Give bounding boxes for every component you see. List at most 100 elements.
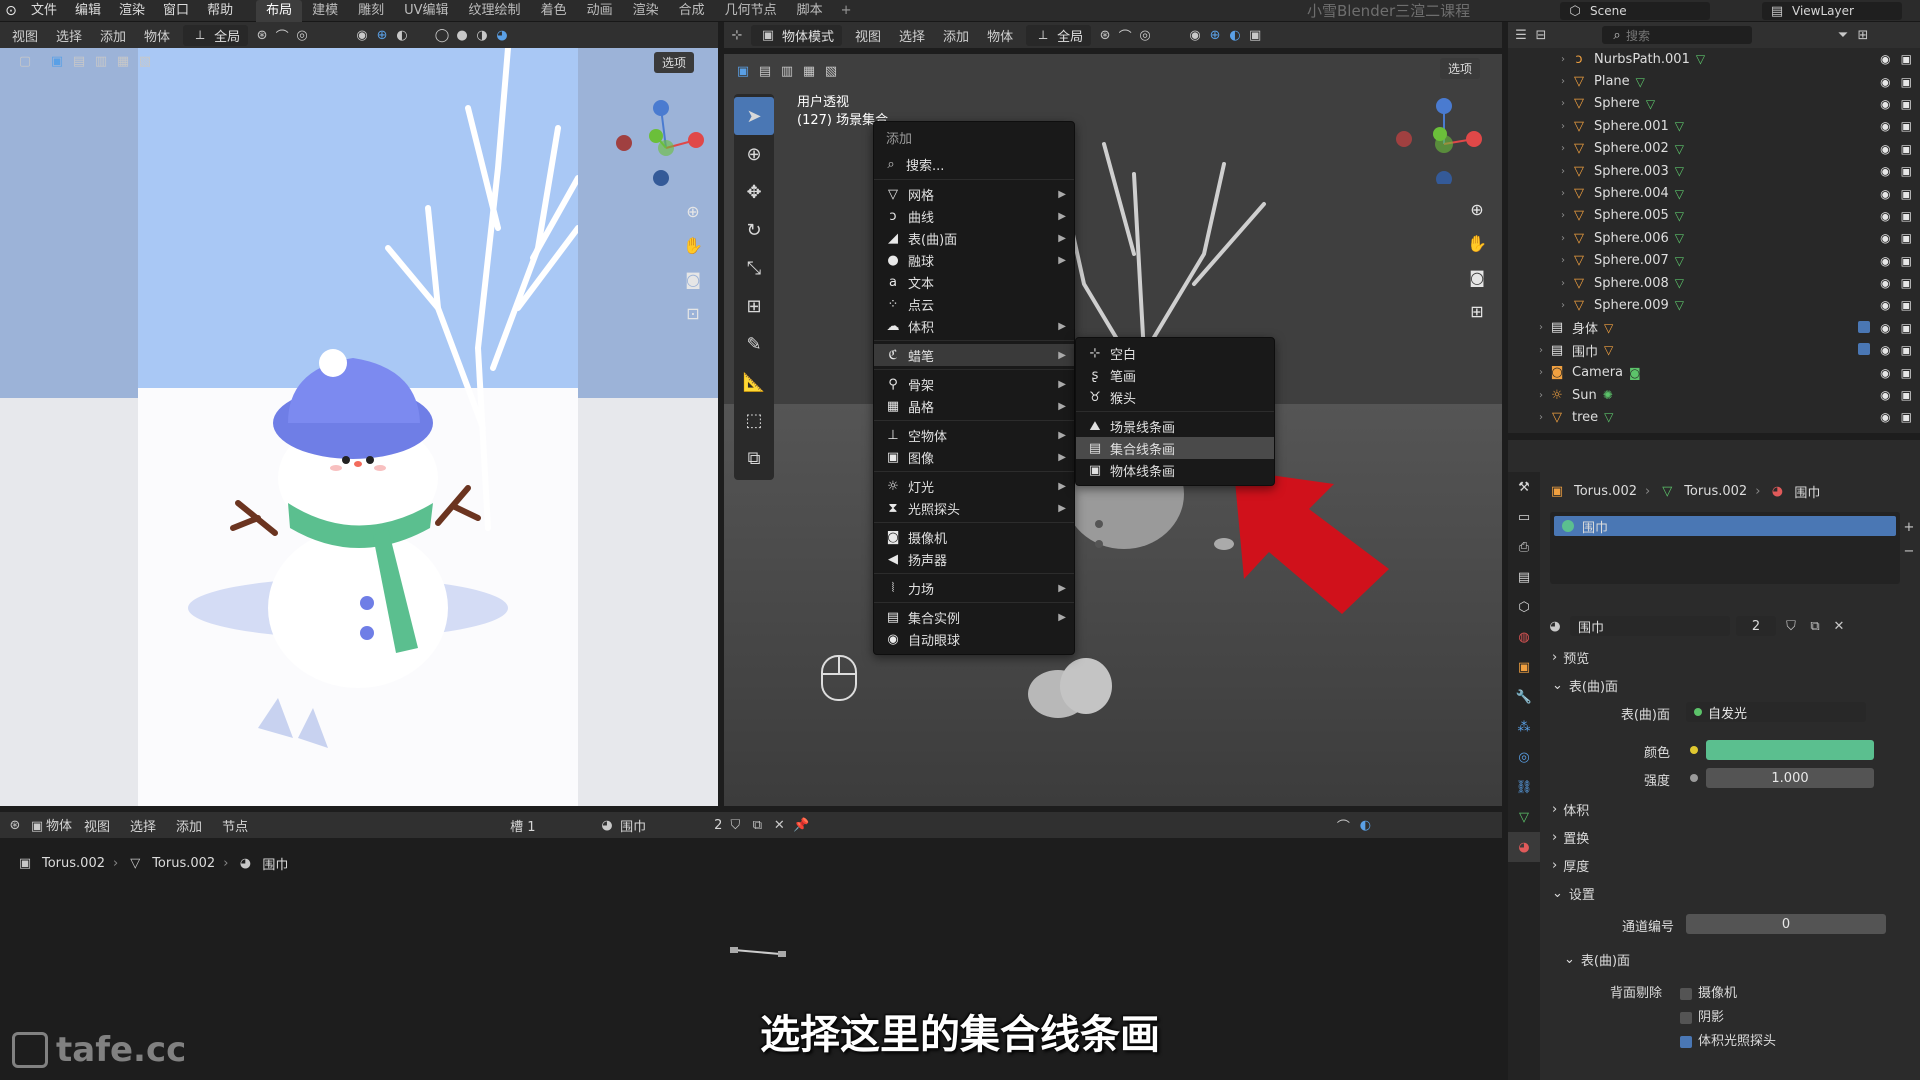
eye-icon[interactable]: ◉ — [1880, 276, 1890, 290]
workspace-tab-2[interactable]: 雕刻 — [348, 0, 394, 22]
gp-submenu-item-4[interactable]: ▤ 集合线条画 — [1076, 437, 1274, 459]
right-grid-view-icon[interactable]: ⊞ — [1462, 296, 1492, 326]
expand-arrow-icon[interactable]: › — [1556, 300, 1570, 311]
add-menu-item-17[interactable]: ▤ 集合实例 ▶ — [874, 606, 1074, 628]
panel-settings[interactable]: ⌄ 设置 — [1540, 880, 1920, 906]
snap-icon[interactable]: ⌒ — [273, 26, 291, 45]
right-camera-view-icon[interactable]: ◙ — [1462, 262, 1492, 292]
overlay-icon[interactable]: ◐ — [1226, 26, 1244, 44]
eye-icon[interactable]: ◉ — [1880, 164, 1890, 178]
expand-arrow-icon[interactable]: › — [1556, 54, 1570, 65]
add-menu-item-4[interactable]: a 文本 — [874, 271, 1074, 293]
gp-submenu-item-2[interactable]: ♉ 猴头 — [1076, 386, 1274, 408]
shader-select-menu[interactable]: 选择 — [122, 816, 164, 835]
outliner-row[interactable]: › ▽ Sphere.003 ▽ ◉ ▣ — [1508, 160, 1920, 182]
constraints-tab-icon[interactable]: ⛓ — [1508, 772, 1540, 802]
gp-submenu-item-3[interactable]: ⛰ 场景线条画 — [1076, 415, 1274, 437]
outliner-row[interactable]: › ▽ Sphere.004 ▽ ◉ ▣ — [1508, 182, 1920, 204]
expand-arrow-icon[interactable]: › — [1556, 233, 1570, 244]
tool-tab-icon[interactable]: ⚒ — [1508, 472, 1540, 502]
camera-viewport[interactable]: ▢ ▣ ▤ ▥ ▦ ▧ 选项 ⊕ ✋ ◙ ⊡ — [0, 48, 718, 806]
add-menu-item-12[interactable]: ☼ 灯光 ▶ — [874, 475, 1074, 497]
select-tool-icon[interactable]: ➤ — [734, 97, 774, 135]
workspace-tab-10[interactable]: 脚本 — [787, 0, 833, 22]
measure-tool-icon[interactable]: 📐 — [734, 363, 774, 401]
checkbox-camera[interactable] — [1680, 987, 1692, 1000]
shader-node-menu[interactable]: 节点 — [214, 816, 256, 835]
left-view-menu[interactable]: 视图 — [4, 26, 46, 45]
material-name-field[interactable]: 围巾 — [1570, 616, 1730, 636]
select-mode-new-icon[interactable]: ▣ — [48, 52, 66, 70]
add-menu-item-5[interactable]: ⁘ 点云 — [874, 293, 1074, 315]
pass-index-field[interactable]: 0 — [1686, 914, 1886, 934]
right-add-menu[interactable]: 添加 — [935, 26, 977, 45]
panel-thickness[interactable]: › 厚度 — [1540, 852, 1920, 878]
expand-arrow-icon[interactable]: › — [1534, 322, 1548, 333]
add-menu-item-10[interactable]: ⊥ 空物体 ▶ — [874, 424, 1074, 446]
panel-displacement[interactable]: › 置换 — [1540, 824, 1920, 850]
particles-tab-icon[interactable]: ⁂ — [1508, 712, 1540, 742]
add-cube-tool-icon[interactable]: ⬚ — [734, 401, 774, 439]
scale-tool-icon[interactable]: ⤡ — [734, 249, 774, 287]
overlay-node-icon[interactable]: ◐ — [1356, 816, 1374, 834]
slot-selector[interactable]: 槽 1 — [510, 816, 594, 835]
expand-arrow-icon[interactable]: › — [1534, 390, 1548, 401]
gizmo-icon[interactable]: ⊕ — [373, 26, 391, 44]
new-collection-icon[interactable]: ⊞ — [1854, 26, 1872, 44]
eye-icon[interactable]: ◉ — [1880, 142, 1890, 156]
top-menu-0[interactable]: 文件 — [22, 0, 66, 22]
workspace-tab-8[interactable]: 合成 — [669, 0, 715, 22]
material-shading-icon[interactable]: ◑ — [473, 26, 491, 44]
left-add-menu[interactable]: 添加 — [92, 26, 134, 45]
add-menu-item-2[interactable]: ◢ 表(曲)面 ▶ — [874, 227, 1074, 249]
render-camera-icon[interactable]: ▣ — [1901, 52, 1912, 66]
add-menu-item-6[interactable]: ☁ 体积 ▶ — [874, 315, 1074, 337]
visibility-icon[interactable]: ◉ — [353, 26, 371, 44]
eye-icon[interactable]: ◉ — [1880, 321, 1890, 335]
unlink-material-icon[interactable]: ✕ — [770, 816, 788, 834]
left-pan-icon[interactable]: ✋ — [678, 230, 708, 260]
outliner-row[interactable]: › ▽ Sphere.008 ▽ ◉ ▣ — [1508, 272, 1920, 294]
left-lock-icon[interactable]: ⊡ — [678, 298, 708, 328]
render-camera-icon[interactable]: ▣ — [1901, 164, 1912, 178]
select-mode-subtract-icon[interactable]: ▥ — [778, 62, 796, 80]
left-options-button[interactable]: 选项 — [654, 52, 695, 73]
outliner-row[interactable]: › ▽ Sphere.006 ▽ ◉ ▣ — [1508, 227, 1920, 249]
blender-logo-icon[interactable]: ⊙ — [0, 0, 22, 22]
render-camera-icon[interactable]: ▣ — [1901, 343, 1912, 357]
outliner-row[interactable]: › ▽ Sphere.001 ▽ ◉ ▣ — [1508, 115, 1920, 137]
fake-user-icon[interactable]: ⛉ — [726, 816, 744, 834]
render-camera-icon[interactable]: ▣ — [1901, 97, 1912, 111]
snap-node-icon[interactable]: ⌒ — [1334, 816, 1352, 835]
outliner-row[interactable]: › ▽ Sphere.007 ▽ ◉ ▣ — [1508, 250, 1920, 272]
right-view-menu[interactable]: 视图 — [847, 26, 889, 45]
expand-arrow-icon[interactable]: › — [1556, 98, 1570, 109]
gp-submenu-item-5[interactable]: ▣ 物体线条画 — [1076, 459, 1274, 481]
subpanel-surface[interactable]: ⌄ 表(曲)面 — [1540, 946, 1920, 972]
outliner-row[interactable]: › ☼ Sun ✺ ◉ ▣ — [1508, 384, 1920, 406]
expand-arrow-icon[interactable]: › — [1556, 76, 1570, 87]
outliner-row[interactable]: › ▽ Sphere.009 ▽ ◉ ▣ — [1508, 294, 1920, 316]
right-options-button[interactable]: 选项 — [1440, 58, 1481, 79]
workspace-tab-6[interactable]: 动画 — [577, 0, 623, 22]
select-mode-intersect-icon[interactable]: ▧ — [822, 62, 840, 80]
expand-arrow-icon[interactable]: › — [1556, 278, 1570, 289]
strength-field[interactable]: 1.000 — [1706, 768, 1874, 788]
outliner-editor-icon[interactable]: ☰ — [1512, 26, 1530, 44]
workspace-tab-4[interactable]: 纹理绘制 — [459, 0, 531, 22]
exclude-checkbox[interactable] — [1858, 343, 1871, 356]
right-object-menu[interactable]: 物体 — [979, 26, 1021, 45]
add-menu-item-1[interactable]: ↄ 曲线 ▶ — [874, 205, 1074, 227]
eye-icon[interactable]: ◉ — [1880, 119, 1890, 133]
outliner-row[interactable]: › ▽ Sphere ▽ ◉ ▣ — [1508, 93, 1920, 115]
material-tab-icon[interactable]: ◕ — [1508, 832, 1540, 862]
duplicate-material-icon[interactable]: ⧉ — [748, 816, 766, 834]
cursor-tool-icon[interactable]: ⊕ — [734, 135, 774, 173]
outliner-row[interactable]: › ◙ Camera ◙ ◉ ▣ — [1508, 361, 1920, 383]
workspace-tab-5[interactable]: 着色 — [531, 0, 577, 22]
expand-arrow-icon[interactable]: › — [1534, 367, 1548, 378]
outliner-row[interactable]: › ▤ 身体 ▽ ◉ ▣ — [1508, 317, 1920, 339]
add-menu-item-13[interactable]: ⧗ 光照探头 ▶ — [874, 497, 1074, 519]
fake-user-icon[interactable]: ⛉ — [1782, 617, 1800, 635]
shader-view-menu[interactable]: 视图 — [76, 816, 118, 835]
